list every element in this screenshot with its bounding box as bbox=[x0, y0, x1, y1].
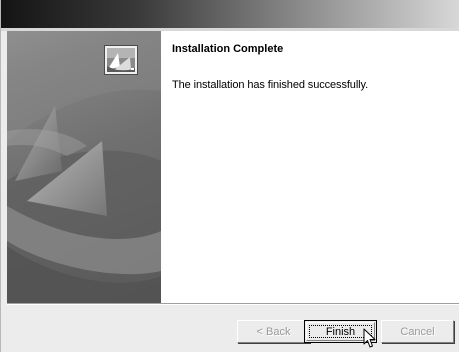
back-button-label: < Back bbox=[256, 325, 291, 338]
page-title: Installation Complete bbox=[172, 43, 284, 55]
wizard-content-area bbox=[161, 31, 459, 303]
status-message: The installation has finished successful… bbox=[172, 79, 369, 91]
cancel-button-label: Cancel bbox=[400, 325, 435, 338]
mouse-pointer-icon bbox=[363, 328, 377, 349]
back-button[interactable]: < Back bbox=[237, 320, 310, 343]
installer-app-icon bbox=[104, 45, 138, 75]
finish-button-label: Finish bbox=[325, 325, 356, 338]
installer-window: Installation Complete The installation h… bbox=[0, 0, 459, 352]
title-bar[interactable] bbox=[1, 0, 459, 28]
cancel-button[interactable]: Cancel bbox=[381, 320, 454, 343]
